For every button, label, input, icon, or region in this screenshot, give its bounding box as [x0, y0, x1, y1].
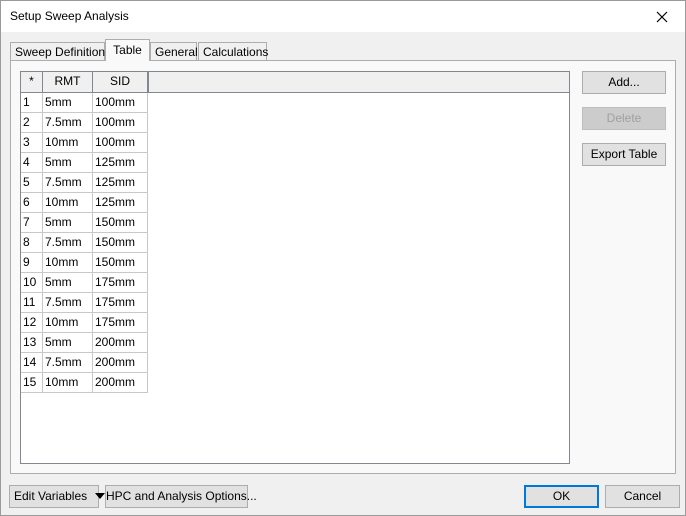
close-icon — [656, 11, 668, 22]
rmt-cell[interactable]: 5mm — [43, 213, 93, 233]
sid-cell[interactable]: 175mm — [93, 273, 148, 293]
tab-calculations[interactable]: Calculations — [198, 42, 268, 60]
row-index-cell[interactable]: 8 — [21, 233, 43, 253]
setup-sweep-analysis-dialog: Setup Sweep Analysis Sweep Definitions T… — [0, 0, 686, 516]
row-index-cell[interactable]: 11 — [21, 293, 43, 313]
rmt-cell[interactable]: 7.5mm — [43, 293, 93, 313]
dropdown-arrow-icon — [95, 492, 106, 499]
tab-general[interactable]: General — [150, 42, 198, 60]
rmt-cell[interactable]: 10mm — [43, 133, 93, 153]
sid-cell[interactable]: 125mm — [93, 173, 148, 193]
row-index-cell[interactable]: 6 — [21, 193, 43, 213]
row-index-cell[interactable]: 14 — [21, 353, 43, 373]
rmt-cell[interactable]: 10mm — [43, 253, 93, 273]
rmt-cell[interactable]: 5mm — [43, 333, 93, 353]
ok-button[interactable]: OK — [524, 485, 599, 508]
row-index-cell[interactable]: 4 — [21, 153, 43, 173]
header-rmt[interactable]: RMT — [43, 72, 93, 92]
row-index-cell[interactable]: 3 — [21, 133, 43, 153]
rmt-cell[interactable]: 10mm — [43, 373, 93, 393]
sid-cell[interactable]: 125mm — [93, 153, 148, 173]
sid-cell[interactable]: 150mm — [93, 253, 148, 273]
rmt-cell[interactable]: 7.5mm — [43, 233, 93, 253]
hpc-analysis-options-button[interactable]: HPC and Analysis Options... — [105, 485, 257, 508]
row-index-cell[interactable]: 15 — [21, 373, 43, 393]
sid-cell[interactable]: 100mm — [93, 113, 148, 133]
row-index-cell[interactable]: 9 — [21, 253, 43, 273]
rmt-cell[interactable]: 7.5mm — [43, 113, 93, 133]
sid-cell[interactable]: 150mm — [93, 213, 148, 233]
rmt-cell[interactable]: 10mm — [43, 193, 93, 213]
sid-cell[interactable]: 175mm — [93, 293, 148, 313]
rmt-cell[interactable]: 5mm — [43, 273, 93, 293]
rmt-cell[interactable]: 7.5mm — [43, 353, 93, 373]
tab-table[interactable]: Table — [105, 39, 150, 61]
sid-cell[interactable]: 200mm — [93, 373, 148, 393]
delete-button[interactable]: Delete — [582, 107, 666, 130]
sid-cell[interactable]: 150mm — [93, 233, 148, 253]
edit-variables-button[interactable]: Edit Variables — [9, 485, 106, 508]
add-button[interactable]: Add... — [582, 71, 666, 94]
sweep-table-grid[interactable]: * RMT SID 1 5mm 100mm 2 7.5mm 100mm 3 10mm 100mm… — [20, 71, 570, 464]
tab-sweep-definitions[interactable]: Sweep Definitions — [10, 42, 111, 60]
export-table-button[interactable]: Export Table — [582, 143, 666, 166]
row-index-cell[interactable]: 5 — [21, 173, 43, 193]
sid-cell[interactable]: 100mm — [93, 133, 148, 153]
grid-header: * RMT SID — [21, 72, 569, 93]
row-index-cell[interactable]: 13 — [21, 333, 43, 353]
row-index-cell[interactable]: 12 — [21, 313, 43, 333]
title-bar: Setup Sweep Analysis — [1, 1, 685, 32]
row-index-cell[interactable]: 2 — [21, 113, 43, 133]
header-sid[interactable]: SID — [93, 72, 148, 92]
header-empty — [148, 72, 569, 92]
edit-variables-label: Edit Variables — [14, 489, 88, 503]
rmt-cell[interactable]: 7.5mm — [43, 173, 93, 193]
cancel-button[interactable]: Cancel — [605, 485, 680, 508]
row-index-cell[interactable]: 1 — [21, 93, 43, 113]
rmt-cell[interactable]: 10mm — [43, 313, 93, 333]
header-select-all[interactable]: * — [21, 72, 43, 92]
sid-cell[interactable]: 200mm — [93, 333, 148, 353]
rmt-cell[interactable]: 5mm — [43, 93, 93, 113]
close-button[interactable] — [639, 1, 685, 32]
sid-cell[interactable]: 125mm — [93, 193, 148, 213]
row-index-cell[interactable]: 10 — [21, 273, 43, 293]
sid-cell[interactable]: 200mm — [93, 353, 148, 373]
row-index-cell[interactable]: 7 — [21, 213, 43, 233]
sid-cell[interactable]: 100mm — [93, 93, 148, 113]
sid-cell[interactable]: 175mm — [93, 313, 148, 333]
rmt-cell[interactable]: 5mm — [43, 153, 93, 173]
window-title: Setup Sweep Analysis — [10, 9, 129, 23]
